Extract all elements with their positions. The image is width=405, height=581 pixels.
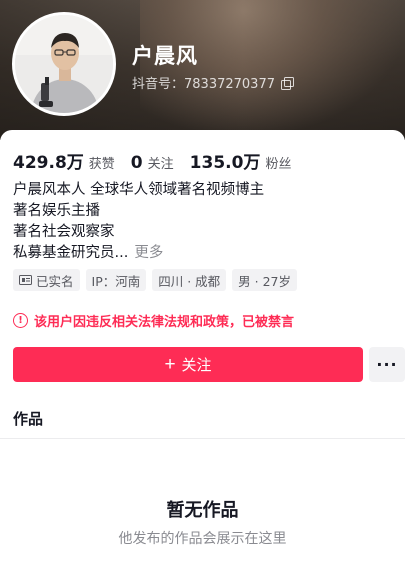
- id-card-icon: [19, 275, 32, 285]
- bio-line-last: 私募基金研究员... 更多: [13, 243, 393, 264]
- bio-more-link[interactable]: 更多: [134, 245, 163, 261]
- follow-button-label: 关注: [181, 357, 212, 374]
- tag-gender-age-label: 男 · 27岁: [238, 273, 291, 289]
- warning-icon: !: [13, 313, 28, 328]
- tag-ip-label: IP：河南: [91, 273, 141, 289]
- avatar[interactable]: [12, 12, 116, 116]
- bio-line: 著名社会观察家: [13, 224, 115, 240]
- empty-state-subtitle: 他发布的作品会展示在这里: [118, 531, 287, 547]
- stat-likes-label: 获赞: [88, 157, 115, 172]
- bio-line: 私募基金研究员...: [13, 245, 129, 261]
- more-dots-icon: ···: [376, 355, 398, 374]
- stat-followers[interactable]: 135.0万 粉丝: [190, 148, 292, 173]
- bio-line: 著名娱乐主播: [13, 203, 100, 219]
- bio-line: 户晨风本人 全球华人领域著名视频博主: [13, 182, 265, 198]
- tag-city-label: 四川 · 成都: [158, 273, 221, 289]
- profile-name: 户晨风: [132, 44, 198, 68]
- plus-icon: +: [164, 354, 176, 375]
- bio: 户晨风本人 全球华人领域著名视频博主 著名娱乐主播 著名社会观察家 私募基金研究…: [13, 180, 393, 264]
- ban-warning: ! 该用户因违反相关法律法规和政策，已被禁言: [13, 311, 294, 330]
- tag-verified-label: 已实名: [36, 273, 74, 289]
- stat-following[interactable]: 0 关注: [131, 153, 174, 173]
- tag-city: 四川 · 成都: [152, 269, 227, 291]
- ban-warning-text: 该用户因违反相关法律法规和政策，已被禁言: [34, 315, 295, 330]
- douyin-id[interactable]: 抖音号：78337270377: [132, 73, 294, 92]
- avatar-photo: [15, 15, 113, 113]
- tab-works[interactable]: 作品: [13, 408, 43, 429]
- divider: [0, 438, 405, 439]
- tag-verified: 已实名: [13, 269, 80, 291]
- stat-likes-value: 429.8万: [13, 153, 84, 173]
- stat-following-value: 0: [130, 153, 143, 173]
- copy-icon[interactable]: [280, 76, 294, 90]
- follow-button[interactable]: + 关注: [13, 347, 363, 382]
- more-options-button[interactable]: ···: [369, 347, 405, 382]
- stats-row: 429.8万 获赞 0 关注 135.0万 粉丝: [13, 148, 307, 173]
- stat-followers-label: 粉丝: [265, 157, 292, 172]
- tag-ip-location: IP：河南: [85, 269, 147, 291]
- tag-gender-age: 男 · 27岁: [232, 269, 297, 291]
- stat-likes[interactable]: 429.8万 获赞: [13, 148, 115, 173]
- profile-tags: 已实名 IP：河南 四川 · 成都 男 · 27岁: [13, 269, 297, 291]
- stat-followers-value: 135.0万: [189, 153, 261, 173]
- douyin-id-text: 抖音号：78337270377: [132, 77, 275, 92]
- empty-state-title: 暂无作品: [166, 500, 239, 521]
- stat-following-label: 关注: [147, 157, 174, 172]
